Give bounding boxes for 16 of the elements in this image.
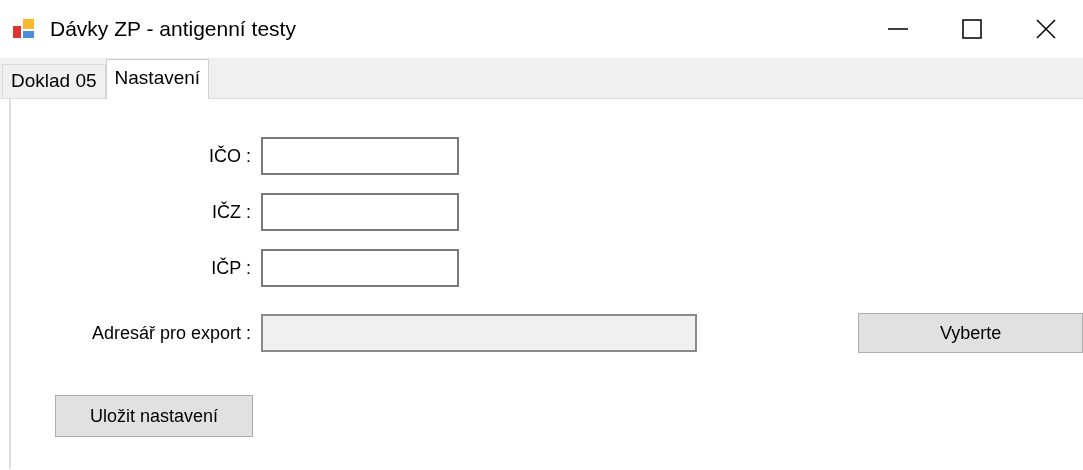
field-label: Adresář pro export : (91, 322, 251, 344)
input-field[interactable] (261, 193, 459, 231)
field-label: IČO : (209, 145, 251, 167)
field-label: IČZ : (212, 201, 251, 223)
tab[interactable]: Doklad 05 (2, 64, 106, 98)
save-button[interactable]: Uložit nastavení (55, 395, 253, 437)
input-field[interactable] (261, 137, 459, 175)
close-icon[interactable] (1035, 18, 1057, 40)
field-label: IČP : (211, 257, 251, 279)
maximize-icon[interactable] (961, 18, 983, 40)
window-title: Dávky ZP - antigenní testy (50, 17, 296, 41)
tab[interactable]: Nastavení (105, 59, 210, 99)
input-field[interactable] (261, 249, 459, 287)
browse-button[interactable]: Vyberte (858, 313, 1083, 353)
app-icon (12, 18, 36, 40)
input-field[interactable] (261, 314, 697, 352)
